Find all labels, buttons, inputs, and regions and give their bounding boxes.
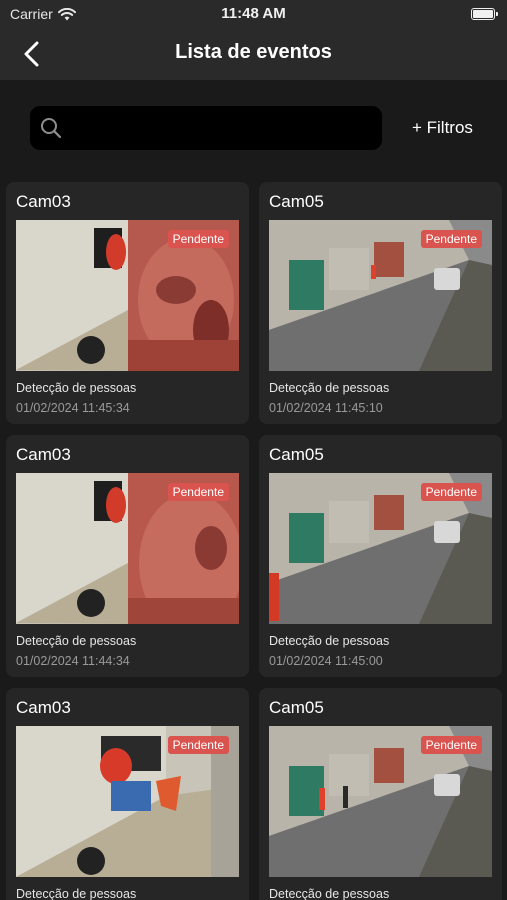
- camera-name: Cam03: [16, 192, 71, 211]
- event-card[interactable]: Cam03 Pendente Detecção de pessoas 01/02…: [6, 435, 249, 677]
- event-thumbnail: Pendente: [269, 726, 492, 877]
- event-datetime: 01/02/2024 11:45:00: [269, 654, 383, 668]
- event-type: Detecção de pessoas: [16, 634, 137, 648]
- event-datetime: 01/02/2024 11:45:34: [16, 401, 130, 415]
- status-badge: Pendente: [167, 736, 229, 754]
- event-type: Detecção de pessoas: [269, 381, 390, 395]
- camera-name: Cam03: [16, 445, 71, 464]
- status-bar: Carrier 11:48 AM: [0, 0, 507, 28]
- event-card[interactable]: Cam03 Pendente Detecção de pessoas 01/02…: [6, 182, 249, 424]
- event-card[interactable]: Cam05 Pendente Detecção de pessoas 01/02…: [259, 435, 502, 677]
- camera-name: Cam05: [269, 192, 324, 211]
- status-badge: Pendente: [167, 483, 229, 501]
- event-thumbnail: Pendente: [16, 726, 239, 877]
- event-type: Detecção de pessoas: [16, 381, 137, 395]
- event-thumbnail: Pendente: [269, 220, 492, 371]
- event-type: Detecção de pessoas: [269, 887, 390, 900]
- event-type: Detecção de pessoas: [269, 634, 390, 648]
- search-box[interactable]: [30, 106, 382, 150]
- event-type: Detecção de pessoas: [16, 887, 137, 900]
- status-badge: Pendente: [420, 736, 482, 754]
- event-card[interactable]: Cam03 Pendente Detecção de pessoas: [6, 688, 249, 900]
- page-title: Lista de eventos: [175, 41, 332, 63]
- search-input[interactable]: [72, 106, 372, 150]
- status-badge: Pendente: [420, 230, 482, 248]
- event-card[interactable]: Cam05 Pendente Detecção de pessoas 01/02…: [259, 182, 502, 424]
- battery-icon: [471, 8, 498, 20]
- event-card[interactable]: Cam05 Pendente Detecção de pessoas: [259, 688, 502, 900]
- event-thumbnail: Pendente: [16, 220, 239, 371]
- filters-button[interactable]: + Filtros: [412, 118, 473, 138]
- event-datetime: 01/02/2024 11:44:34: [16, 654, 130, 668]
- search-row: + Filtros: [0, 80, 507, 176]
- status-time: 11:48 AM: [221, 5, 286, 22]
- camera-name: Cam05: [269, 698, 324, 717]
- event-thumbnail: Pendente: [269, 473, 492, 624]
- event-datetime: 01/02/2024 11:45:10: [269, 401, 383, 415]
- camera-name: Cam05: [269, 445, 324, 464]
- status-badge: Pendente: [167, 230, 229, 248]
- event-thumbnail: Pendente: [16, 473, 239, 624]
- navigation-bar: Lista de eventos: [0, 28, 507, 80]
- camera-name: Cam03: [16, 698, 71, 717]
- search-icon: [41, 118, 62, 139]
- status-badge: Pendente: [420, 483, 482, 501]
